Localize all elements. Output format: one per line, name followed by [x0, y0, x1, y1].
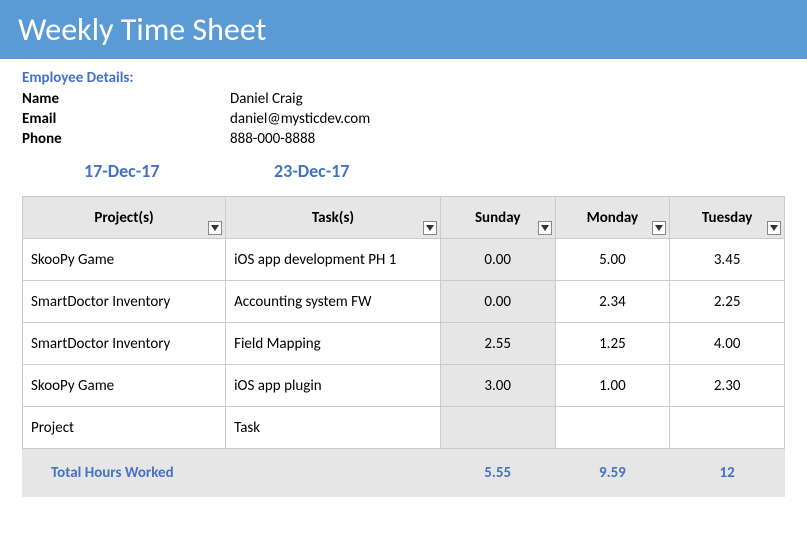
date-range-row: 17-Dec-17 23-Dec-17 [22, 160, 785, 182]
col-header-projects-label: Project(s) [94, 209, 153, 227]
cell-sunday[interactable]: 2.55 [440, 323, 555, 365]
header-row: Project(s) Task(s) Sunday Monday Tuesday [23, 197, 785, 239]
col-header-sunday[interactable]: Sunday [440, 197, 555, 239]
cell-monday[interactable]: 5.00 [555, 239, 670, 281]
label-phone: Phone [22, 130, 230, 148]
employee-details-block: Employee Details: Name Daniel Craig Emai… [0, 59, 807, 196]
col-header-monday[interactable]: Monday [555, 197, 670, 239]
cell-tuesday[interactable]: 2.25 [670, 281, 785, 323]
value-name: Daniel Craig [230, 90, 303, 108]
value-email: daniel@mysticdev.com [230, 110, 370, 128]
cell-tuesday[interactable]: 2.30 [670, 365, 785, 407]
col-header-tuesday-label: Tuesday [702, 209, 753, 227]
col-header-tuesday[interactable]: Tuesday [670, 197, 785, 239]
employee-details-header: Employee Details: [22, 69, 785, 87]
filter-dropdown-icon[interactable] [538, 221, 552, 235]
table-row: ProjectTask [23, 407, 785, 449]
totals-row: Total Hours Worked 5.55 9.59 12 [23, 449, 785, 497]
totals-label: Total Hours Worked [23, 449, 441, 497]
label-name: Name [22, 90, 230, 108]
page-title: Weekly Time Sheet [0, 0, 807, 59]
filter-dropdown-icon[interactable] [208, 221, 222, 235]
cell-task[interactable]: Field Mapping [226, 323, 441, 365]
table-row: SmartDoctor InventoryField Mapping2.551.… [23, 323, 785, 365]
timesheet-table: Project(s) Task(s) Sunday Monday Tuesday… [22, 196, 785, 497]
cell-tuesday[interactable]: 4.00 [670, 323, 785, 365]
cell-task[interactable]: iOS app plugin [226, 365, 441, 407]
col-header-tasks-label: Task(s) [312, 209, 354, 227]
col-header-monday-label: Monday [587, 209, 639, 227]
cell-monday[interactable]: 1.25 [555, 323, 670, 365]
cell-tuesday[interactable] [670, 407, 785, 449]
cell-sunday[interactable] [440, 407, 555, 449]
cell-sunday[interactable]: 3.00 [440, 365, 555, 407]
cell-task[interactable]: Task [226, 407, 441, 449]
detail-row-email: Email daniel@mysticdev.com [22, 110, 785, 128]
col-header-projects[interactable]: Project(s) [23, 197, 226, 239]
cell-project[interactable]: Project [23, 407, 226, 449]
filter-dropdown-icon[interactable] [423, 221, 437, 235]
col-header-tasks[interactable]: Task(s) [226, 197, 441, 239]
table-row: SmartDoctor InventoryAccounting system F… [23, 281, 785, 323]
table-row: SkooPy GameiOS app plugin3.001.002.30 [23, 365, 785, 407]
total-sunday: 5.55 [440, 449, 555, 497]
cell-task[interactable]: Accounting system FW [226, 281, 441, 323]
col-header-sunday-label: Sunday [475, 209, 520, 227]
label-email: Email [22, 110, 230, 128]
cell-tuesday[interactable]: 3.45 [670, 239, 785, 281]
end-date: 23-Dec-17 [274, 160, 349, 182]
cell-sunday[interactable]: 0.00 [440, 281, 555, 323]
start-date: 17-Dec-17 [84, 160, 254, 182]
cell-sunday[interactable]: 0.00 [440, 239, 555, 281]
cell-project[interactable]: SmartDoctor Inventory [23, 281, 226, 323]
detail-row-name: Name Daniel Craig [22, 90, 785, 108]
table-row: SkooPy GameiOS app development PH 10.005… [23, 239, 785, 281]
cell-task[interactable]: iOS app development PH 1 [226, 239, 441, 281]
detail-row-phone: Phone 888-000-8888 [22, 130, 785, 148]
cell-monday[interactable]: 2.34 [555, 281, 670, 323]
cell-monday[interactable] [555, 407, 670, 449]
cell-monday[interactable]: 1.00 [555, 365, 670, 407]
cell-project[interactable]: SkooPy Game [23, 239, 226, 281]
value-phone: 888-000-8888 [230, 130, 315, 148]
cell-project[interactable]: SkooPy Game [23, 365, 226, 407]
filter-dropdown-icon[interactable] [652, 221, 666, 235]
total-monday: 9.59 [555, 449, 670, 497]
filter-dropdown-icon[interactable] [767, 221, 781, 235]
cell-project[interactable]: SmartDoctor Inventory [23, 323, 226, 365]
total-tuesday: 12 [670, 449, 785, 497]
